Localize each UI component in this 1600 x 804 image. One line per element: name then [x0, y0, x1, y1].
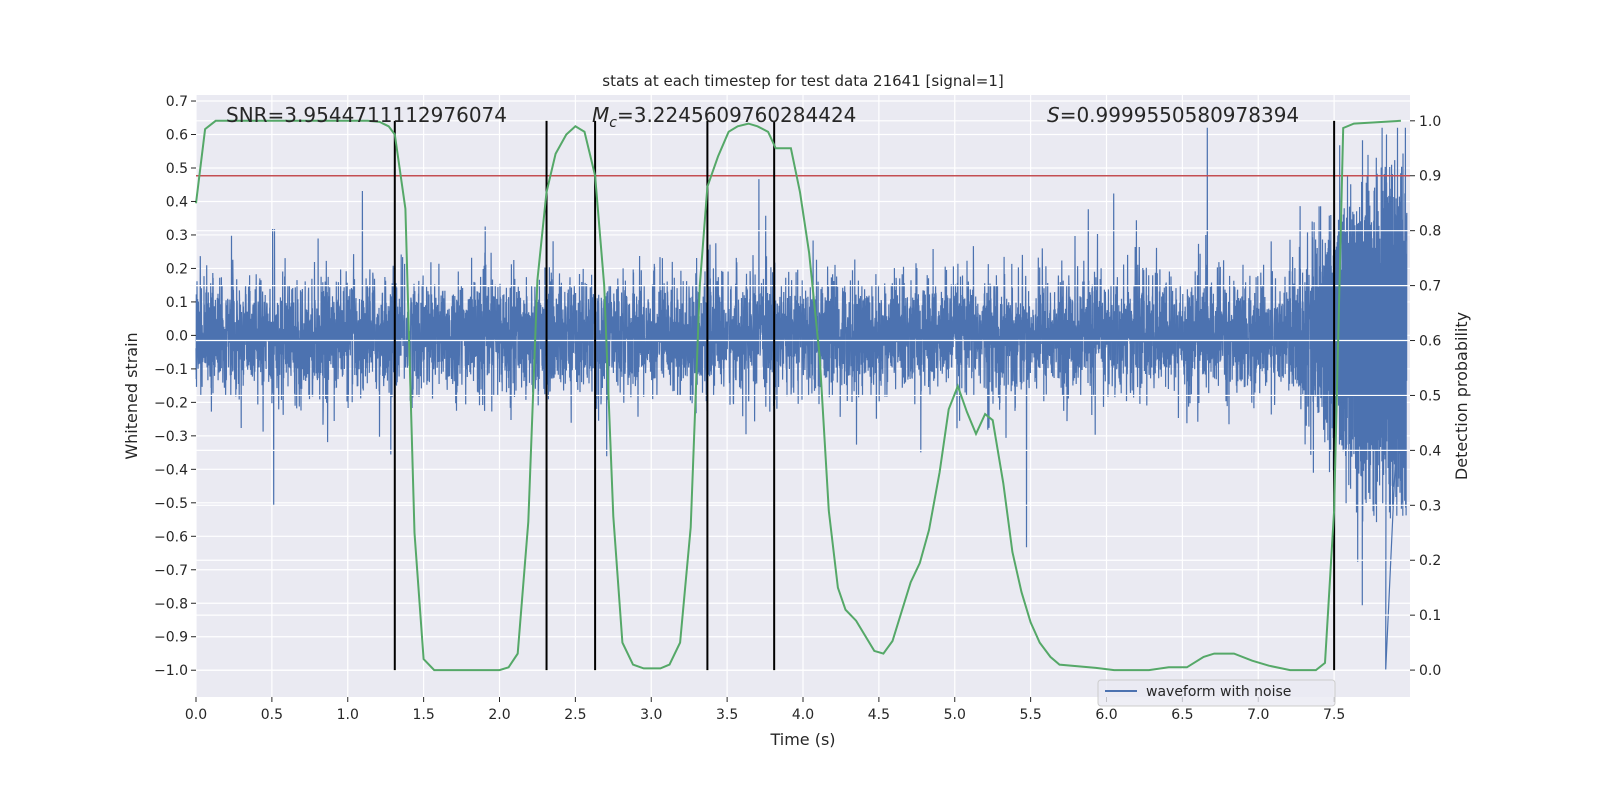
y-tick-label: 0.6: [166, 128, 188, 144]
y-right-tick-label: 0.5: [1419, 388, 1441, 404]
y-tick-label: 0.3: [166, 228, 188, 244]
y-tick-label: −0.6: [154, 529, 188, 545]
x-tick-label: 1.0: [337, 707, 359, 723]
y-tick-label: 0.4: [166, 194, 188, 210]
y-tick-label: −1.0: [154, 663, 188, 679]
x-tick-label: 2.5: [564, 707, 586, 723]
y-right-tick-label: 0.6: [1419, 334, 1441, 350]
s-value: =0.9999550580978394: [1060, 103, 1299, 127]
y-ticks-right: 1.0 0.9 0.8 0.7 0.6 0.5 0.4 0.3 0.2 0.1 0.0: [1410, 114, 1441, 679]
y-ticks: 0.7 0.6 0.5 0.4 0.3 0.2 0.1 0.0 −0.1 −0.2 −0.3 −0.4…: [154, 94, 196, 679]
chart: 0.0 0.5 1.0 1.5 2.0 2.5 3.0 3.5 4.0 4.5 5.0 5.5 6.0 6…: [122, 72, 1471, 749]
y-tick-label: −0.8: [154, 596, 188, 612]
y-right-tick-label: 0.3: [1419, 498, 1441, 514]
mc-symbol: M: [592, 103, 609, 127]
y-tick-label: 0.2: [166, 261, 188, 277]
y-right-tick-label: 1.0: [1419, 114, 1441, 130]
y-tick-label: −0.7: [154, 563, 188, 579]
x-tick-label: 2.0: [488, 707, 510, 723]
x-tick-label: 0.0: [185, 707, 207, 723]
x-tick-label: 1.5: [412, 707, 434, 723]
legend-label: waveform with noise: [1146, 684, 1291, 700]
y-right-tick-label: 0.9: [1419, 169, 1441, 185]
x-tick-label: 5.0: [944, 707, 966, 723]
y-axis-label: Whitened strain: [122, 332, 141, 459]
y-tick-label: 0.0: [166, 328, 188, 344]
y-tick-label: 0.1: [166, 295, 188, 311]
x-tick-label: 5.5: [1019, 707, 1041, 723]
s-annotation: S=0.9999550580978394: [1047, 103, 1299, 127]
y-tick-label: 0.5: [166, 161, 188, 177]
mc-value: =3.2245609760284424: [617, 103, 856, 127]
y-tick-label: −0.2: [154, 395, 188, 411]
x-tick-label: 0.5: [261, 707, 283, 723]
legend: waveform with noise: [1097, 679, 1336, 707]
x-tick-label: 4.5: [868, 707, 890, 723]
snr-annotation: SNR=3.9544711112976074: [226, 103, 507, 127]
x-tick-label: 7.5: [1323, 707, 1345, 723]
x-tick-label: 6.5: [1171, 707, 1193, 723]
y-right-tick-label: 0.0: [1419, 663, 1441, 679]
s-symbol: S: [1047, 103, 1060, 127]
y-right-tick-label: 0.7: [1419, 279, 1441, 295]
y-right-tick-label: 0.1: [1419, 608, 1441, 624]
y-tick-label: −0.9: [154, 630, 188, 646]
y-right-tick-label: 0.4: [1419, 443, 1441, 459]
y-tick-label: −0.4: [154, 462, 188, 478]
y-tick-label: 0.7: [166, 94, 188, 110]
y-tick-label: −0.3: [154, 429, 188, 445]
x-tick-label: 6.0: [1095, 707, 1117, 723]
x-tick-label: 4.0: [792, 707, 814, 723]
x-axis-label: Time (s): [769, 730, 835, 749]
x-tick-label: 7.0: [1247, 707, 1269, 723]
y-tick-label: −0.5: [154, 496, 188, 512]
chirp-mass-annotation: Mc=3.2245609760284424: [592, 103, 856, 131]
chart-title: stats at each timestep for test data 216…: [602, 72, 1003, 90]
y-axis-label-right: Detection probability: [1452, 312, 1471, 480]
y-right-tick-label: 0.2: [1419, 553, 1441, 569]
x-tick-label: 3.0: [640, 707, 662, 723]
y-tick-label: −0.1: [154, 362, 188, 378]
y-right-tick-label: 0.8: [1419, 224, 1441, 240]
x-tick-label: 3.5: [716, 707, 738, 723]
